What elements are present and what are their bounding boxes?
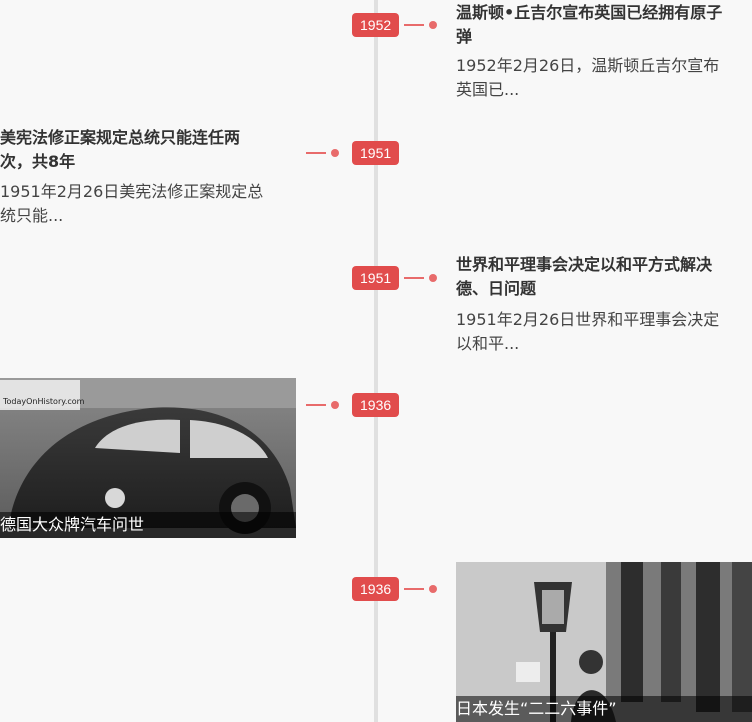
event-title-us-amendment[interactable]: 美宪法修正案规定总统只能连任两 次，共8年 [0,126,300,174]
event-title-line: 次，共8年 [0,152,76,171]
photo-caption-vw: 德国大众牌汽车问世 [0,512,296,538]
event-title-line: 德、日问题 [456,279,537,298]
event-desc-line: 以和平... [456,334,520,353]
event-photo-card-vw[interactable]: TodayOnHistory.com 德国大众牌汽车问世 [0,378,296,538]
year-badge-1951: 1951 [352,141,400,165]
timeline-dot [429,21,437,29]
event-title-line: 温斯顿•丘吉尔宣布英国已经拥有原子 [456,3,723,22]
event-desc-world-peace-council: 1951年2月26日世界和平理事会决定 以和平... [456,308,752,356]
connector-line [404,24,424,26]
connector-line [404,588,424,590]
timeline-dot [429,585,437,593]
timeline-dot [331,401,339,409]
timeline-axis [374,0,378,722]
connector-line [306,152,326,154]
event-title-world-peace-council[interactable]: 世界和平理事会决定以和平方式解决 德、日问题 [456,253,752,301]
timeline-dot [331,149,339,157]
timeline-dot [429,274,437,282]
event-desc-line: 英国已... [456,80,520,99]
event-desc-us-amendment: 1951年2月26日美宪法修正案规定总 统只能... [0,180,300,228]
event-title-line: 世界和平理事会决定以和平方式解决 [456,255,713,274]
year-badge-1951: 1951 [352,266,400,290]
event-title-line: 美宪法修正案规定总统只能连任两 [0,128,241,147]
event-photo-card-226-incident[interactable]: 日本发生“二二六事件” [456,562,752,722]
event-desc-line: 1951年2月26日世界和平理事会决定 [456,310,720,329]
event-desc-line: 1952年2月26日，温斯顿丘吉尔宣布 [456,56,720,75]
event-title-churchill[interactable]: 温斯顿•丘吉尔宣布英国已经拥有原子 弹 [456,1,752,49]
photo-caption-226-incident: 日本发生“二二六事件” [456,696,752,722]
connector-line [404,277,424,279]
event-desc-line: 统只能... [0,206,64,225]
watermark-text: TodayOnHistory.com [2,397,85,406]
year-badge-1952: 1952 [352,13,400,37]
year-badge-1936: 1936 [352,393,400,417]
event-title-line: 弹 [456,27,473,46]
connector-line [306,404,326,406]
event-desc-line: 1951年2月26日美宪法修正案规定总 [0,182,264,201]
event-desc-churchill: 1952年2月26日，温斯顿丘吉尔宣布 英国已... [456,54,752,102]
year-badge-1936: 1936 [352,577,400,601]
